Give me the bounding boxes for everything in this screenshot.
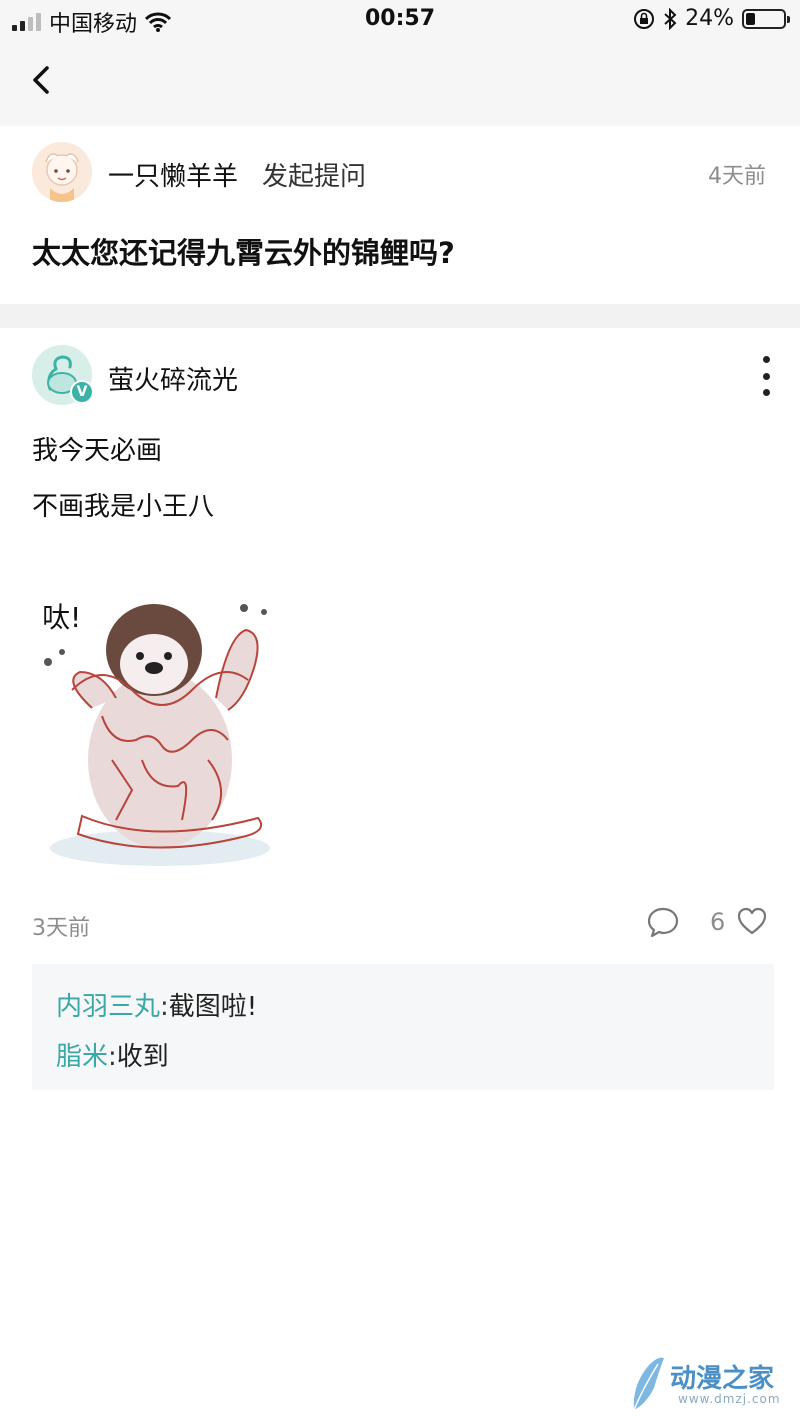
comment-icon[interactable] — [646, 906, 680, 938]
reply-author[interactable]: 内羽三丸 — [56, 992, 160, 1022]
question-title: 太太您还记得九霄云外的锦鲤吗? — [32, 236, 455, 270]
reply-colon: : — [108, 1042, 117, 1072]
more-icon[interactable] — [754, 356, 778, 396]
reply-item[interactable]: 内羽三丸:截图啦! — [56, 982, 750, 1032]
sticker-text: 呔! — [42, 601, 82, 634]
sticker-image[interactable]: 呔! — [32, 590, 282, 875]
verified-badge: V — [70, 380, 94, 404]
feather-logo-icon — [633, 1357, 664, 1411]
reply-list: 内羽三丸:截图啦! 脂米:收到 — [32, 964, 774, 1090]
watermark-url: www.dmzj.com — [678, 1392, 781, 1406]
avatar[interactable] — [32, 142, 92, 202]
question-action: 发起提问 — [262, 162, 367, 192]
status-right: 24% — [633, 6, 790, 31]
orientation-lock-icon — [634, 8, 655, 29]
chevron-left-icon[interactable] — [20, 58, 64, 102]
reply-text: 截图啦! — [168, 992, 258, 1022]
like-count: 6 — [710, 908, 726, 936]
nav-bar — [0, 40, 800, 126]
avatar-image — [32, 142, 92, 202]
watermark-text: 动漫之家 — [670, 1364, 775, 1394]
bluetooth-icon — [664, 7, 677, 30]
battery-percent: 24% — [685, 6, 734, 31]
answer-time: 3天前 — [32, 916, 90, 941]
answer-author[interactable]: 萤火碎流光 — [108, 360, 238, 397]
section-divider — [0, 304, 800, 328]
battery-fill — [746, 12, 755, 25]
heart-icon[interactable] — [736, 906, 768, 936]
question-author[interactable]: 一只懒羊羊 — [108, 156, 238, 193]
status-bar: 中国移动 00:57 24% — [0, 0, 800, 40]
answer-text-line: 不画我是小王八 — [32, 492, 215, 522]
question-time: 4天前 — [708, 164, 766, 189]
watermark: 动漫之家 www.dmzj.com — [628, 1354, 788, 1414]
answer-text-line: 我今天必画 — [32, 436, 163, 466]
reply-text: 收到 — [116, 1042, 169, 1072]
reply-colon: : — [160, 992, 169, 1022]
reply-item[interactable]: 脂米:收到 — [56, 1032, 750, 1082]
battery-icon — [742, 8, 790, 29]
question-card: 一只懒羊羊 发起提问 4天前 太太您还记得九霄云外的锦鲤吗? — [0, 126, 800, 304]
reply-author[interactable]: 脂米 — [56, 1042, 108, 1072]
